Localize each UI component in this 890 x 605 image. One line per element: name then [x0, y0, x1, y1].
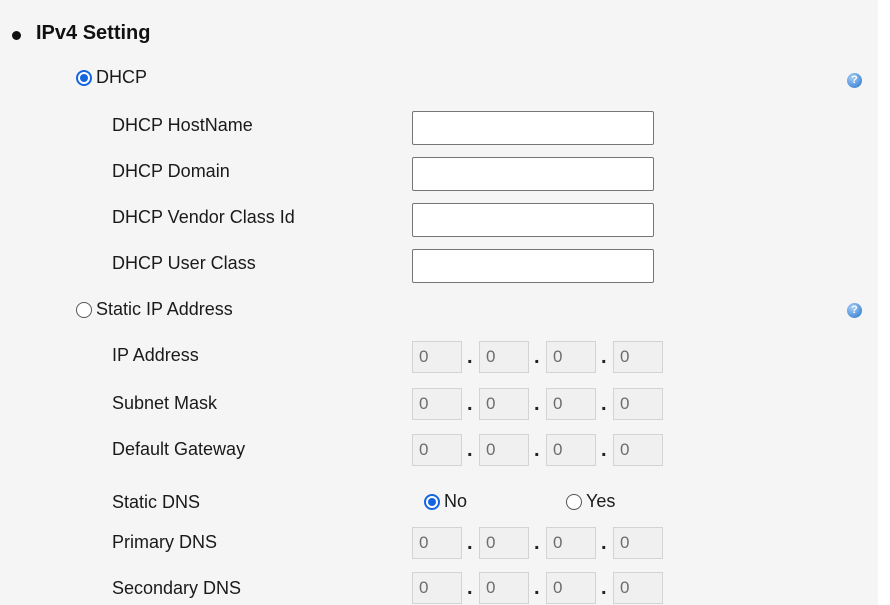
static-dns-label: Static DNS [112, 492, 201, 512]
octet-separator: . [534, 577, 540, 599]
static-dns-no-radio[interactable] [424, 494, 440, 510]
primary-dns-octet-2[interactable] [479, 527, 529, 559]
primary-dns-label: Primary DNS [112, 532, 218, 552]
dhcp-user-class-label: DHCP User Class [112, 253, 256, 273]
octet-separator: . [467, 346, 473, 368]
ip-address-octet-4[interactable] [613, 341, 663, 373]
primary-dns-octet-4[interactable] [613, 527, 663, 559]
octet-separator: . [467, 577, 473, 599]
static-ip-radio-label: Static IP Address [96, 299, 233, 319]
dhcp-vendor-class-id-label: DHCP Vendor Class Id [112, 207, 295, 227]
static-dns-no-label: No [444, 491, 468, 511]
default-gateway-octet-2[interactable] [479, 434, 529, 466]
octet-separator: . [467, 532, 473, 554]
octet-separator: . [467, 393, 473, 415]
octet-separator: . [601, 346, 607, 368]
subnet-mask-label: Subnet Mask [112, 393, 218, 413]
octet-separator: . [467, 439, 473, 461]
default-gateway-octet-4[interactable] [613, 434, 663, 466]
ip-address-label: IP Address [112, 345, 199, 365]
octet-separator: . [601, 577, 607, 599]
octet-separator: . [601, 532, 607, 554]
secondary-dns-octet-3[interactable] [546, 572, 596, 604]
subnet-mask-octet-1[interactable] [412, 388, 462, 420]
secondary-dns-octet-2[interactable] [479, 572, 529, 604]
dhcp-hostname-label: DHCP HostName [112, 115, 253, 135]
dhcp-radio-label: DHCP [96, 67, 148, 87]
subnet-mask-octet-3[interactable] [546, 388, 596, 420]
ipv4-setting-panel: IPv4 Setting DHCP ? DHCP HostName DHCP D… [0, 0, 878, 605]
dhcp-radio[interactable] [76, 70, 92, 86]
dhcp-hostname-input[interactable] [412, 111, 654, 145]
section-bullet [12, 31, 21, 40]
dhcp-vendor-class-id-input[interactable] [412, 203, 654, 237]
octet-separator: . [534, 532, 540, 554]
primary-dns-octet-3[interactable] [546, 527, 596, 559]
subnet-mask-octet-2[interactable] [479, 388, 529, 420]
dhcp-domain-input[interactable] [412, 157, 654, 191]
static-ip-radio[interactable] [76, 302, 92, 318]
default-gateway-octet-3[interactable] [546, 434, 596, 466]
static-ip-help-icon[interactable]: ? [847, 303, 862, 318]
static-dns-yes-radio[interactable] [566, 494, 582, 510]
dhcp-user-class-input[interactable] [412, 249, 654, 283]
octet-separator: . [534, 439, 540, 461]
ip-address-octet-1[interactable] [412, 341, 462, 373]
primary-dns-octet-1[interactable] [412, 527, 462, 559]
dhcp-domain-label: DHCP Domain [112, 161, 230, 181]
ip-address-octet-3[interactable] [546, 341, 596, 373]
octet-separator: . [534, 393, 540, 415]
secondary-dns-label: Secondary DNS [112, 578, 242, 598]
octet-separator: . [601, 439, 607, 461]
subnet-mask-octet-4[interactable] [613, 388, 663, 420]
static-dns-yes-label: Yes [586, 491, 616, 511]
secondary-dns-octet-1[interactable] [412, 572, 462, 604]
default-gateway-label: Default Gateway [112, 439, 246, 459]
ip-address-octet-2[interactable] [479, 341, 529, 373]
dhcp-help-icon[interactable]: ? [847, 73, 862, 88]
octet-separator: . [534, 346, 540, 368]
default-gateway-octet-1[interactable] [412, 434, 462, 466]
octet-separator: . [601, 393, 607, 415]
section-title: IPv4 Setting [36, 22, 151, 44]
secondary-dns-octet-4[interactable] [613, 572, 663, 604]
